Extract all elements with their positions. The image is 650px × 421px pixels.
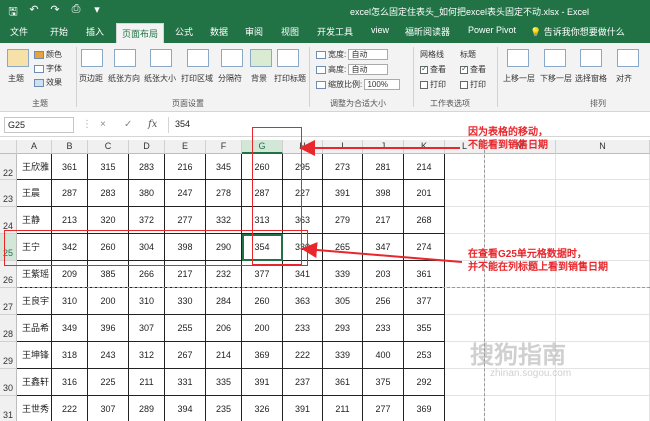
watermark-url: zhinan.sogou.com — [490, 368, 572, 379]
annotation-top: 因为表格的移动， 不能看到销售日期 — [468, 127, 548, 151]
watermark-logo: 搜狗指南 — [470, 342, 566, 369]
arrow-to-cell-g25 — [301, 242, 463, 263]
highlight-row-25 — [4, 230, 308, 266]
annotation-bottom: 在查看G25单元格数据时， 并不能在列标题上看到销售日期 — [468, 249, 608, 273]
